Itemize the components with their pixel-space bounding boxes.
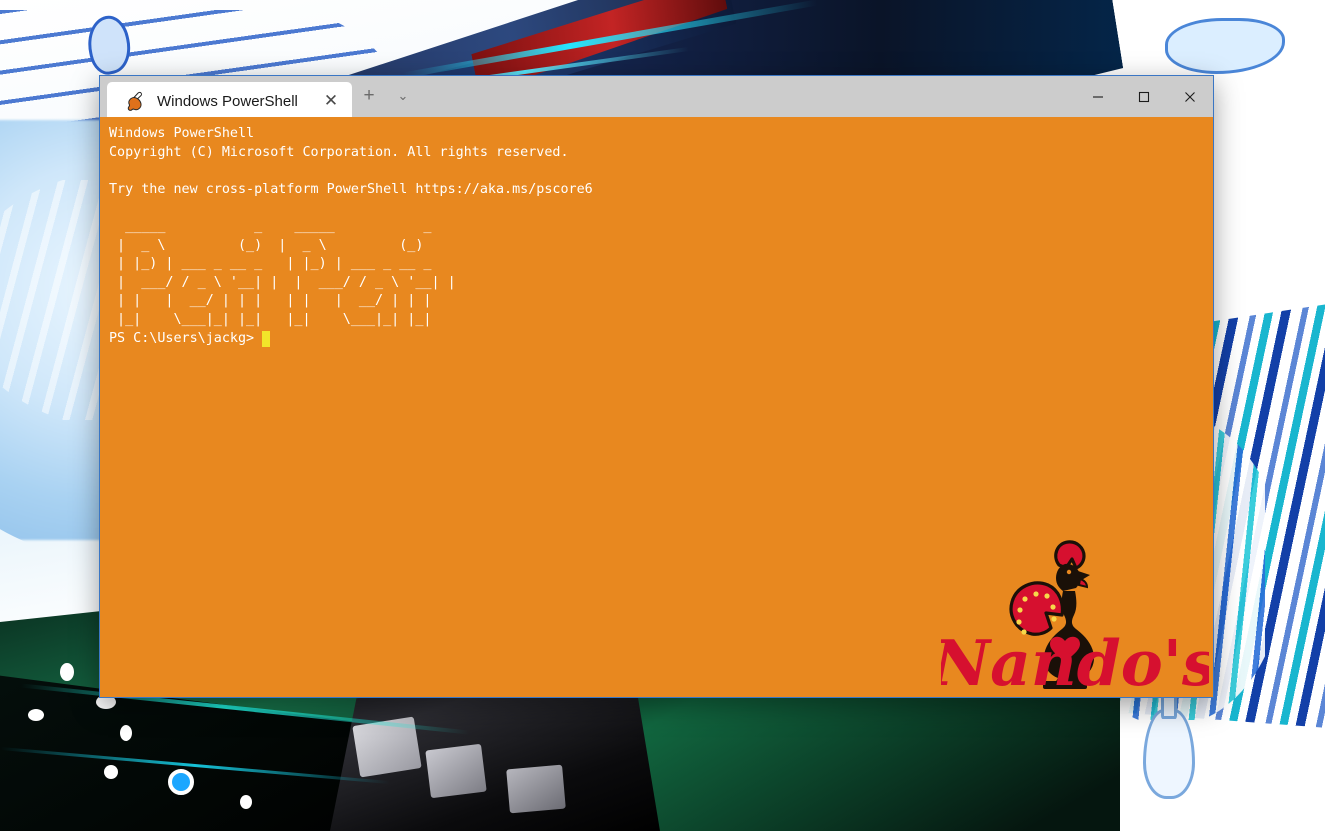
minimize-button[interactable] bbox=[1075, 76, 1121, 117]
title-bar[interactable]: Windows PowerShell ✕ + ⌄ bbox=[100, 76, 1213, 120]
tab-title: Windows PowerShell bbox=[157, 92, 298, 110]
nandos-logo: Nando's bbox=[930, 533, 1213, 697]
desktop: Windows PowerShell ✕ + ⌄ Windows PowerSh… bbox=[0, 0, 1325, 831]
ascii-art-peri-peri: _____ _ _____ _ | _ \ (_) | _ \ (_) | |_… bbox=[117, 218, 456, 327]
wallpaper-machine-plate-3 bbox=[506, 764, 566, 814]
wallpaper-dot bbox=[240, 795, 252, 809]
prompt-path: PS C:\Users\jackg> bbox=[109, 330, 255, 346]
console-output-area[interactable]: Windows PowerShell Copyright (C) Microso… bbox=[100, 117, 1213, 697]
wallpaper-dot bbox=[28, 709, 44, 721]
powershell-window[interactable]: Windows PowerShell ✕ + ⌄ Windows PowerSh… bbox=[99, 75, 1214, 698]
wallpaper-blue-circle bbox=[168, 769, 194, 795]
chicken-drumstick-icon bbox=[123, 90, 145, 112]
wallpaper-bottle-shape bbox=[1143, 709, 1195, 799]
tab-windows-powershell[interactable]: Windows PowerShell ✕ bbox=[107, 82, 352, 120]
new-tab-button[interactable]: + bbox=[352, 77, 386, 115]
nandos-wordmark: Nando's bbox=[941, 626, 1209, 693]
wallpaper-dot bbox=[60, 663, 74, 681]
window-controls bbox=[1075, 76, 1213, 117]
console-header-line-2: Copyright (C) Microsoft Corporation. All… bbox=[109, 144, 569, 160]
chevron-down-icon[interactable]: ⌄ bbox=[386, 77, 420, 115]
wallpaper-dot bbox=[104, 765, 118, 779]
console-promo-line: Try the new cross-platform PowerShell ht… bbox=[109, 181, 593, 197]
close-button[interactable] bbox=[1167, 76, 1213, 117]
barcelos-rooster-icon bbox=[1009, 540, 1094, 689]
close-tab-icon[interactable]: ✕ bbox=[316, 86, 346, 116]
console-header-line-1: Windows PowerShell bbox=[109, 126, 255, 141]
wallpaper-machine-plate-2 bbox=[425, 743, 487, 799]
text-cursor bbox=[262, 330, 271, 347]
console-blank-line-2 bbox=[109, 199, 1213, 218]
console-blank-line bbox=[109, 162, 1213, 181]
prompt-line[interactable]: PS C:\Users\jackg> bbox=[109, 330, 1213, 349]
wallpaper-dot bbox=[120, 725, 132, 741]
maximize-button[interactable] bbox=[1121, 76, 1167, 117]
